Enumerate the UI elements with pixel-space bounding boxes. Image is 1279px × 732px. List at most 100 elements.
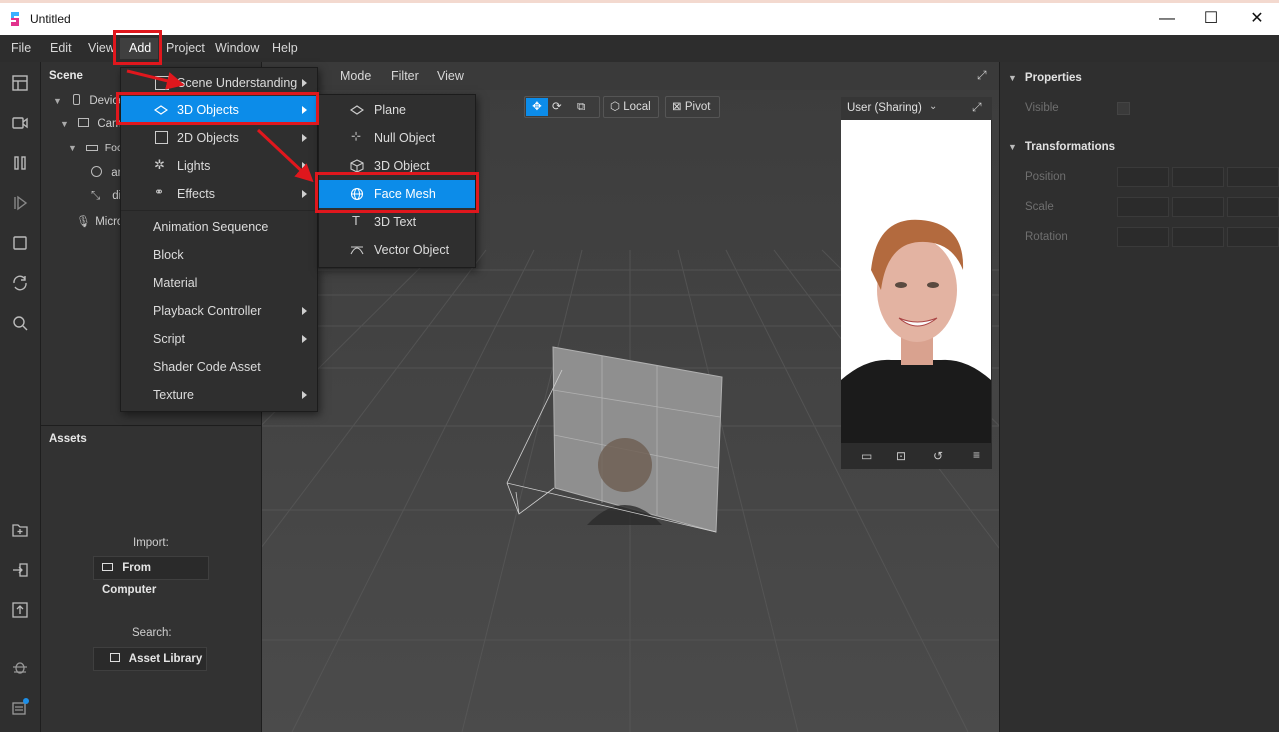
scale-z-field[interactable] — [1227, 197, 1279, 217]
viewport-menu-filter[interactable]: Filter — [391, 69, 419, 83]
visible-checkbox[interactable] — [1117, 102, 1130, 115]
rotation-y-field[interactable] — [1172, 227, 1224, 247]
scale-y-field[interactable] — [1172, 197, 1224, 217]
submenu-arrow-icon — [302, 391, 307, 399]
pivot-icon: ⊠ — [672, 101, 682, 113]
tree-item-directional[interactable]: ⤡ di — [91, 190, 121, 203]
tree-item-device[interactable]: ▼ Device — [53, 94, 124, 107]
menu-item-lights[interactable]: ✲ Lights — [121, 152, 317, 180]
add-folder-icon[interactable] — [11, 521, 29, 539]
from-computer-button[interactable]: From Computer — [93, 556, 209, 596]
submenu-item-plane[interactable]: Plane — [319, 96, 475, 124]
move-tool-icon[interactable]: ✥ — [526, 98, 548, 116]
scale-x-field[interactable] — [1117, 197, 1169, 217]
position-x-field[interactable] — [1117, 167, 1169, 187]
menu-item-2d-objects[interactable]: 2D Objects — [121, 124, 317, 152]
menu-file[interactable]: File — [11, 41, 31, 55]
left-toolbar — [0, 62, 41, 732]
tree-item-microphone[interactable]: 🎙 Micro — [76, 214, 123, 228]
menu-item-effects[interactable]: ⚭ Effects — [121, 180, 317, 208]
import-label: Import: — [133, 537, 169, 549]
refresh-icon[interactable] — [11, 274, 29, 292]
text-icon: T — [352, 213, 360, 228]
annotation-box-3d-objects — [116, 92, 319, 125]
expand-arrow-icon[interactable]: ▼ — [68, 143, 77, 153]
upload-icon[interactable] — [11, 601, 29, 619]
menu-item-material[interactable]: Material — [121, 269, 317, 297]
menu-divider — [121, 210, 317, 211]
popout-icon[interactable]: ⤢ — [977, 68, 987, 83]
properties-section[interactable]: ▼ Properties — [1008, 72, 1082, 84]
menu-window[interactable]: Window — [215, 41, 259, 55]
menu-item-playback-controller[interactable]: Playback Controller — [121, 297, 317, 325]
layout-icon[interactable] — [11, 74, 29, 92]
preview-header: User (Sharing) ⌄ ⤢ — [841, 97, 992, 120]
position-y-field[interactable] — [1172, 167, 1224, 187]
menu-edit[interactable]: Edit — [50, 41, 72, 55]
close-button[interactable]: ✕ — [1242, 8, 1272, 30]
notifications-icon[interactable] — [11, 698, 29, 716]
pause-icon[interactable] — [11, 154, 29, 172]
window-title: Untitled — [30, 12, 71, 26]
bug-icon[interactable] — [11, 658, 29, 676]
device-selector[interactable]: User (Sharing) — [847, 102, 922, 114]
viewport-menu-view[interactable]: View — [437, 69, 464, 83]
rotation-x-field[interactable] — [1117, 227, 1169, 247]
menu-icon[interactable]: ≡ — [973, 448, 980, 462]
camera-icon — [78, 118, 90, 127]
rectangle-icon — [155, 131, 168, 144]
search-icon[interactable] — [11, 314, 29, 332]
null-object-icon: ⊹ — [351, 129, 362, 143]
collapse-arrow-icon[interactable]: ▼ — [1008, 142, 1017, 152]
menu-help[interactable]: Help — [272, 41, 298, 55]
minimize-button[interactable]: — — [1152, 8, 1182, 30]
pivot-toggle[interactable]: ⊠ Pivot — [665, 96, 720, 118]
menu-bar: File Edit View Add Project Window Help — [0, 35, 1279, 62]
title-bar: Untitled — ☐ ✕ — [0, 0, 1279, 35]
spark-logo-icon — [11, 12, 19, 26]
expand-arrow-icon[interactable]: ▼ — [53, 96, 62, 106]
visible-label: Visible — [1025, 102, 1059, 114]
menu-view[interactable]: View — [88, 41, 115, 55]
menu-item-animation-sequence[interactable]: Animation Sequence — [121, 213, 317, 241]
cube-icon — [350, 159, 364, 173]
rotate-tool-icon[interactable]: ⟳ — [552, 97, 562, 117]
simulator-preview: User (Sharing) ⌄ ⤢ ▭ ⊡ ↺ ≡ — [841, 97, 992, 469]
submenu-arrow-icon — [302, 190, 307, 198]
menu-item-shader-code-asset[interactable]: Shader Code Asset — [121, 353, 317, 381]
submenu-arrow-icon — [302, 134, 307, 142]
globe-icon — [91, 166, 102, 177]
assets-panel: Assets Import: From Computer Search: Ass… — [41, 425, 262, 732]
chevron-down-icon[interactable]: ⌄ — [929, 101, 937, 112]
restart-icon[interactable]: ↺ — [933, 449, 943, 463]
search-label: Search: — [132, 627, 172, 639]
popout-icon[interactable]: ⤢ — [972, 100, 982, 115]
menu-item-block[interactable]: Block — [121, 241, 317, 269]
submenu-item-vector-object[interactable]: Vector Object — [319, 236, 475, 264]
submenu-arrow-icon — [302, 335, 307, 343]
scale-label: Scale — [1025, 201, 1054, 213]
viewport-menu-mode[interactable]: Mode — [340, 69, 371, 83]
submenu-item-null-object[interactable]: ⊹ Null Object — [319, 124, 475, 152]
menu-item-texture[interactable]: Texture — [121, 381, 317, 409]
folder-icon — [102, 563, 113, 571]
stop-icon[interactable] — [11, 234, 29, 252]
menu-item-script[interactable]: Script — [121, 325, 317, 353]
rotation-z-field[interactable] — [1227, 227, 1279, 247]
local-toggle[interactable]: ⬡ Local — [603, 96, 659, 118]
video-icon[interactable]: ▭ — [861, 449, 872, 463]
maximize-button[interactable]: ☐ — [1196, 8, 1226, 30]
collapse-arrow-icon[interactable]: ▼ — [1008, 73, 1017, 83]
asset-library-button[interactable]: Asset Library — [93, 647, 207, 671]
video-icon[interactable] — [11, 114, 29, 132]
play-icon[interactable] — [11, 194, 29, 212]
menu-project[interactable]: Project — [166, 41, 205, 55]
submenu-arrow-icon — [302, 307, 307, 315]
assets-title: Assets — [49, 433, 87, 445]
import-icon[interactable] — [11, 561, 29, 579]
transformations-section[interactable]: ▼ Transformations — [1008, 141, 1115, 153]
scale-tool-icon[interactable]: ⧉ — [577, 97, 585, 117]
expand-arrow-icon[interactable]: ▼ — [60, 119, 69, 129]
screenshot-icon[interactable]: ⊡ — [896, 449, 906, 463]
position-z-field[interactable] — [1227, 167, 1279, 187]
